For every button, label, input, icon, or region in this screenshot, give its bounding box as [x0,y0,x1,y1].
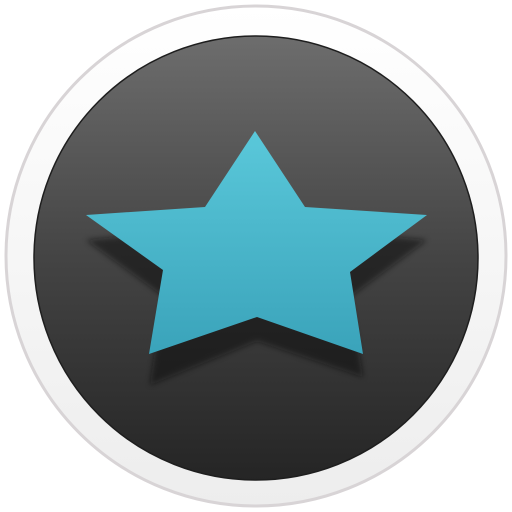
app-icon-graphic [4,4,508,508]
app-icon [0,0,512,512]
